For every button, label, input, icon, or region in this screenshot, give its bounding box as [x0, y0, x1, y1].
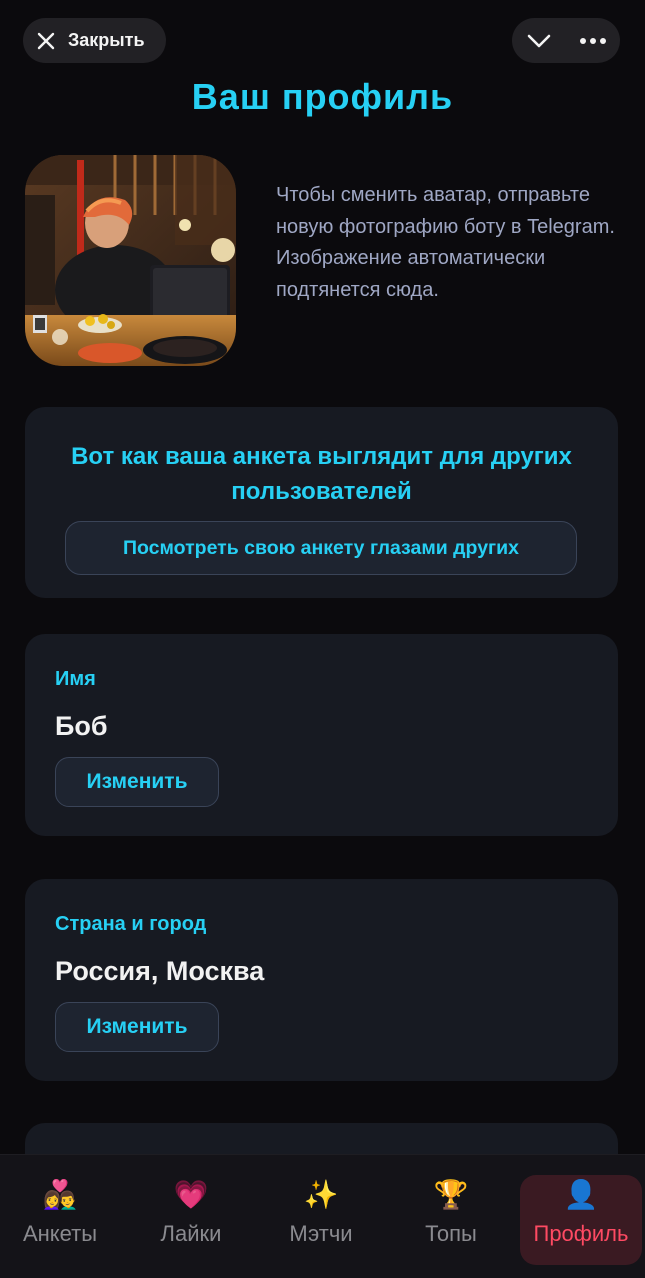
couple-icon: 👩‍❤️‍👨 [42, 1179, 78, 1210]
trophy-icon: 🏆 [433, 1179, 469, 1210]
tab-tops[interactable]: 🏆 Топы [395, 1175, 507, 1265]
view-profile-as-others-button[interactable]: Посмотреть свою анкету глазами других [65, 521, 577, 575]
field-card-name: Имя Боб Изменить [25, 634, 618, 836]
tab-label: Лайки [160, 1221, 222, 1246]
avatar-photo [25, 155, 236, 366]
edit-name-button[interactable]: Изменить [55, 757, 219, 807]
page-title: Ваш профиль [191, 76, 454, 117]
tab-label: Анкеты [22, 1221, 98, 1246]
tab-likes[interactable]: 💗 Лайки [135, 1175, 247, 1265]
edit-location-button[interactable]: Изменить [55, 1002, 219, 1052]
tab-profile[interactable]: 👤 Профиль [520, 1175, 642, 1265]
more-button[interactable] [579, 37, 607, 45]
profile-preview-card: Вот как ваша анкета выглядит для других … [25, 407, 618, 598]
avatar-hint: Чтобы сменить аватар, отправьте новую фо… [276, 184, 615, 301]
field-label: Имя [55, 668, 96, 690]
heart-icon: 💗 [173, 1179, 209, 1210]
close-icon [37, 32, 55, 49]
person-icon: 👤 [563, 1179, 599, 1210]
window-controls [512, 18, 620, 63]
chevron-down-icon [527, 34, 550, 47]
field-value: Боб [55, 711, 108, 741]
tab-matches[interactable]: ✨ Мэтчи [265, 1175, 377, 1265]
tab-profiles[interactable]: 👩‍❤️‍👨 Анкеты [4, 1175, 116, 1265]
preview-title: Вот как ваша анкета выглядит для других … [71, 443, 572, 505]
tab-label: Профиль [533, 1221, 629, 1246]
more-dots-icon [579, 37, 606, 44]
bottom-tab-bar: 👩‍❤️‍👨 Анкеты 💗 Лайки ✨ Мэтчи 🏆 Топы 👤 П… [0, 1154, 645, 1278]
tab-label: Топы [425, 1221, 477, 1246]
collapse-button[interactable] [526, 33, 552, 49]
tab-label: Мэтчи [289, 1221, 353, 1246]
close-label: Закрыть [68, 30, 145, 50]
top-bar: Закрыть [23, 18, 620, 63]
close-button[interactable]: Закрыть [23, 18, 166, 63]
field-label: Страна и город [55, 913, 207, 935]
sparkles-icon: ✨ [303, 1179, 339, 1210]
field-card-location: Страна и город Россия, Москва Изменить [25, 879, 618, 1081]
avatar [25, 155, 236, 366]
field-value: Россия, Москва [55, 956, 265, 986]
